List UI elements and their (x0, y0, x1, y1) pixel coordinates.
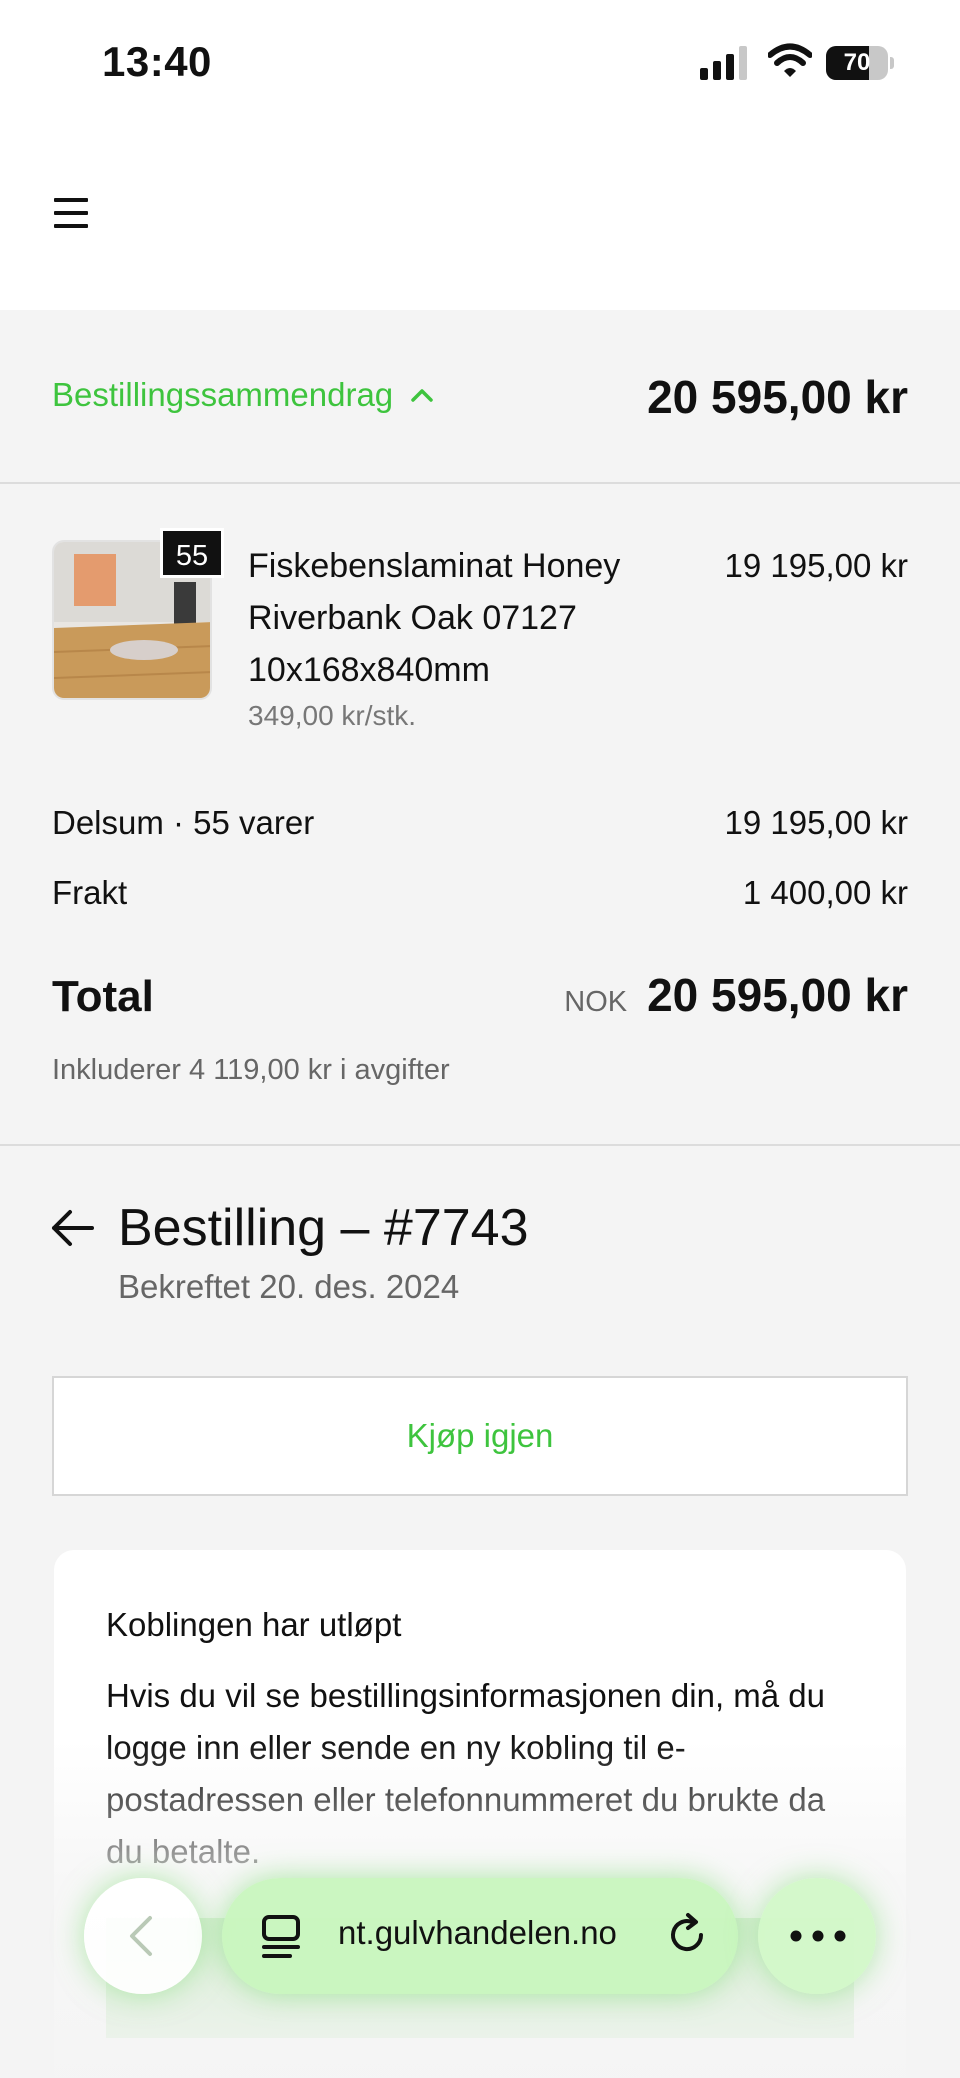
browser-back-button[interactable] (84, 1878, 202, 1994)
wifi-icon (768, 43, 812, 77)
site-header (0, 130, 960, 310)
status-time: 13:40 (102, 38, 212, 85)
shipping-label: Frakt (52, 874, 128, 911)
line-item: 55 Fiskebenslaminat Honey Riverbank Oak … (52, 528, 908, 740)
battery-indicator: 70 (826, 46, 894, 80)
quantity-badge: 55 (160, 528, 224, 578)
chevron-up-icon (411, 389, 433, 402)
order-summary-toggle[interactable]: Bestillingssammendrag (52, 376, 433, 414)
total-amount: 20 595,00 kr (647, 969, 908, 1021)
total-row: Total NOK 20 595,00 kr (52, 968, 908, 1028)
more-options-button[interactable] (758, 1878, 876, 1994)
subtotal-value: 19 195,00 kr (724, 804, 908, 841)
reload-icon[interactable] (664, 1912, 710, 1958)
shipping-value: 1 400,00 kr (742, 874, 908, 911)
chevron-left-icon (130, 1916, 152, 1956)
product-name: Fiskebenslaminat Honey Riverbank Oak 071… (248, 547, 621, 689)
product-unit-price: 349,00 kr/stk. (248, 700, 417, 731)
summary-total: 20 595,00 kr (647, 371, 908, 423)
cellular-signal-icon (700, 46, 747, 80)
page-menu-icon[interactable] (260, 1914, 302, 1960)
tax-note: Inkluderer 4 119,00 kr i avgifter (52, 1054, 450, 1086)
divider (0, 1144, 960, 1146)
subtotal-label: Delsum · 55 varer (52, 804, 315, 841)
buy-again-button[interactable]: Kjøp igjen (52, 1376, 908, 1496)
hamburger-menu-icon[interactable] (54, 198, 94, 232)
address-bar[interactable]: nt.gulvhandelen.no (222, 1878, 738, 1994)
order-title: Bestilling – #7743 (118, 1199, 529, 1257)
card-title: Koblingen har utløpt (106, 1606, 402, 1643)
back-arrow-icon[interactable] (50, 1208, 94, 1248)
product-line-price: 19 195,00 kr (724, 547, 908, 584)
order-summary-label: Bestillingssammendrag (52, 376, 394, 413)
order-summary-bar[interactable]: Bestillingssammendrag 20 595,00 kr (0, 310, 960, 484)
total-currency: NOK (564, 986, 628, 1018)
battery-level: 70 (843, 49, 871, 76)
status-bar: 13:40 70 (0, 0, 960, 130)
subtotal-row: Delsum · 55 varer 19 195,00 kr (52, 804, 908, 842)
order-date: Bekreftet 20. des. 2024 (118, 1268, 460, 1305)
more-dots-icon (790, 1930, 846, 1942)
url-text: nt.gulvhandelen.no (338, 1914, 617, 1951)
total-label: Total (52, 972, 154, 1021)
shipping-row: Frakt 1 400,00 kr (52, 874, 908, 912)
